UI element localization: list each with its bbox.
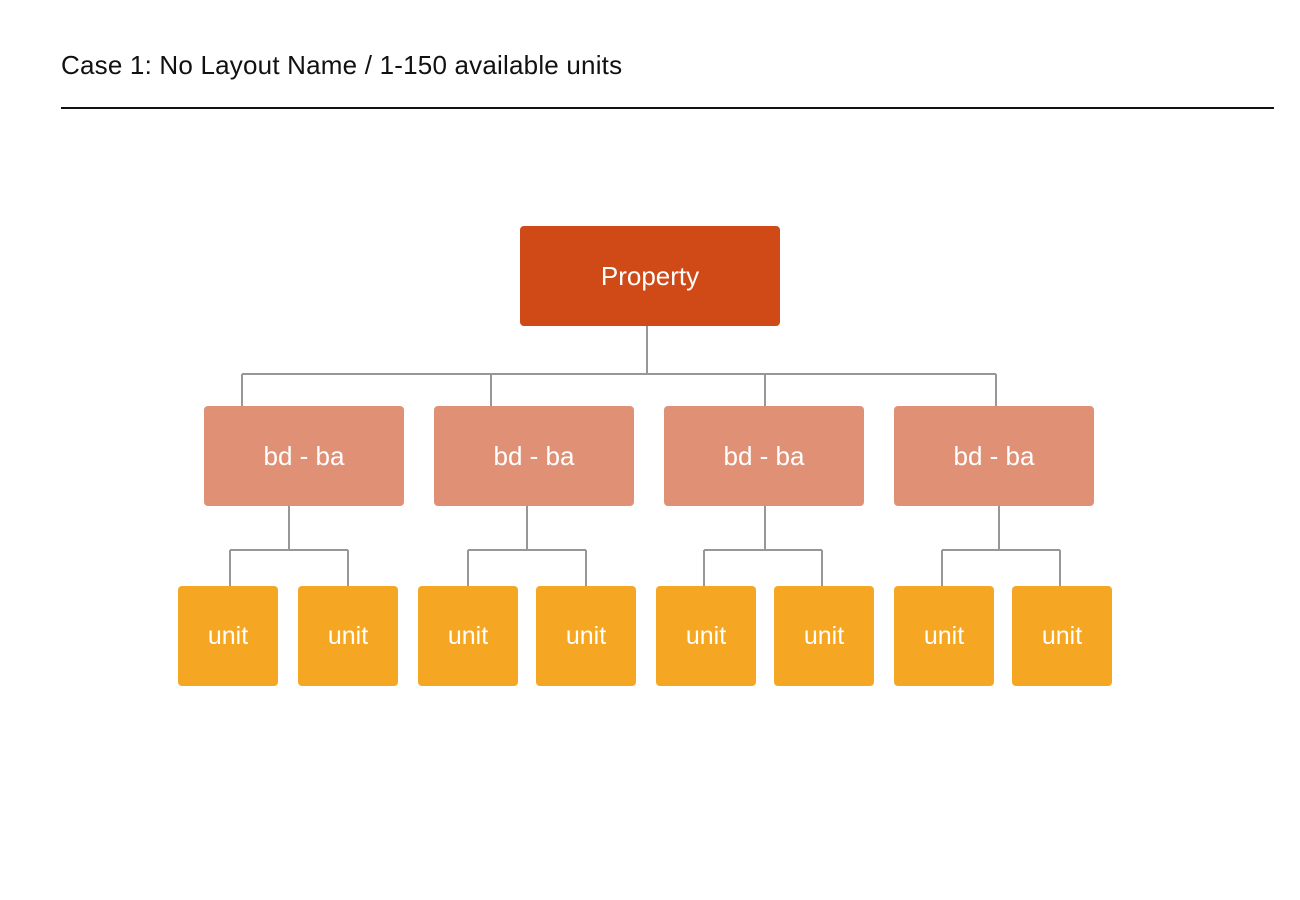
node-unit[interactable]: unit: [656, 586, 756, 686]
node-unit[interactable]: unit: [774, 586, 874, 686]
connector-lines: [229, 326, 1061, 586]
node-group-3[interactable]: bd - ba: [664, 406, 864, 506]
node-group-1[interactable]: bd - ba: [204, 406, 404, 506]
node-unit[interactable]: unit: [418, 586, 518, 686]
node-label: Property: [600, 260, 700, 291]
node-unit[interactable]: unit: [298, 586, 398, 686]
node-property[interactable]: Property: [520, 226, 780, 326]
node-label: bd - ba: [953, 440, 1035, 471]
node-group-2[interactable]: bd - ba: [434, 406, 634, 506]
node-unit[interactable]: unit: [178, 586, 278, 686]
node-unit[interactable]: unit: [536, 586, 636, 686]
node-label: unit: [447, 621, 489, 650]
node-label: bd - ba: [263, 440, 345, 471]
node-label: unit: [565, 621, 607, 650]
node-label: bd - ba: [493, 440, 575, 471]
node-label: bd - ba: [723, 440, 805, 471]
node-label: unit: [1041, 621, 1083, 650]
node-group-4[interactable]: bd - ba: [894, 406, 1094, 506]
node-unit[interactable]: unit: [894, 586, 994, 686]
node-label: unit: [327, 621, 369, 650]
node-label: unit: [803, 621, 845, 650]
node-label: unit: [207, 621, 249, 650]
node-label: unit: [923, 621, 965, 650]
node-unit[interactable]: unit: [1012, 586, 1112, 686]
node-label: unit: [685, 621, 727, 650]
